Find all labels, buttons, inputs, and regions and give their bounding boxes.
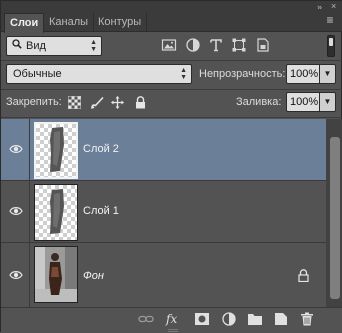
layer-row-background[interactable]: Фон	[1, 243, 326, 307]
divider	[1, 89, 342, 90]
layer-thumbnail[interactable]	[34, 246, 78, 303]
filter-toggle-switch[interactable]	[327, 35, 335, 57]
layer-thumbnail[interactable]	[34, 122, 78, 179]
svg-text:fx: fx	[165, 312, 177, 326]
eye-icon[interactable]	[9, 205, 23, 217]
updown-arrows-icon: ▲ ▼	[180, 67, 187, 81]
layer-style-fx-icon[interactable]: fx	[165, 312, 181, 326]
scrollbar-thumb[interactable]	[330, 137, 340, 299]
eye-column-divider	[29, 181, 30, 243]
pixel-layer-filter-icon[interactable]	[161, 37, 177, 53]
panel-title-strip: » ×	[1, 1, 342, 12]
layer-thumbnail[interactable]	[34, 184, 78, 241]
divider	[1, 117, 342, 118]
panel-tab-bar: Слои Каналы Контуры ≡	[1, 9, 342, 33]
layer-row-sloi-2[interactable]: Слой 2	[1, 119, 326, 181]
new-layer-icon[interactable]	[273, 312, 289, 326]
lock-image-pixels-icon[interactable]	[90, 96, 104, 109]
layers-list: Слой 2 Слой 1 Фон	[1, 119, 326, 307]
panel-menu-icon[interactable]: ≡	[323, 14, 337, 27]
smart-object-filter-icon[interactable]	[255, 37, 271, 53]
opacity-dropdown-button[interactable]: ▼	[320, 64, 336, 84]
eye-icon[interactable]	[9, 143, 23, 155]
tab-paths[interactable]: Контуры	[93, 13, 148, 32]
eye-icon[interactable]	[9, 269, 23, 281]
tab-channels[interactable]: Каналы	[44, 13, 95, 32]
adjustment-layer-filter-icon[interactable]	[185, 37, 201, 53]
fill-input[interactable]: 100%	[286, 92, 320, 112]
lock-all-icon[interactable]	[135, 96, 148, 109]
opacity-label: Непрозрачность:	[199, 68, 286, 80]
filter-kind-select[interactable]: Вид ▲ ▼	[6, 36, 102, 56]
opacity-input[interactable]: 100%	[286, 64, 320, 84]
updown-arrows-icon: ▲ ▼	[90, 39, 97, 53]
tab-layers[interactable]: Слои	[4, 13, 45, 33]
search-icon	[12, 37, 22, 55]
blend-mode-select[interactable]: Обычные ▲ ▼	[6, 64, 192, 84]
new-group-icon[interactable]	[247, 312, 263, 326]
toggle-knob	[329, 38, 333, 46]
lock-position-icon[interactable]	[111, 96, 124, 109]
link-layers-icon[interactable]	[138, 312, 154, 326]
lock-label: Закрепить:	[6, 96, 62, 108]
blend-mode-value: Обычные	[13, 68, 62, 80]
new-adjustment-layer-icon[interactable]	[221, 312, 237, 326]
eye-column-divider	[29, 243, 30, 307]
delete-layer-icon[interactable]	[299, 312, 315, 326]
fill-label: Заливка:	[236, 96, 282, 108]
filter-kind-label: Вид	[26, 40, 46, 52]
layers-panel: » × Слои Каналы Контуры ≡ Вид ▲ ▼ Обычные…	[0, 0, 342, 333]
layer-row-sloi-1[interactable]: Слой 1	[1, 181, 326, 243]
lock-transparent-pixels-icon[interactable]	[68, 96, 81, 109]
layer-name[interactable]: Фон	[83, 270, 104, 282]
eye-column-divider	[29, 119, 30, 181]
divider	[1, 60, 342, 61]
type-layer-filter-icon[interactable]	[208, 37, 224, 53]
lock-icon	[298, 269, 309, 283]
layer-name[interactable]: Слой 2	[83, 143, 119, 155]
add-mask-icon[interactable]	[194, 312, 210, 326]
shape-layer-filter-icon[interactable]	[231, 37, 247, 53]
fill-dropdown-button[interactable]: ▼	[320, 92, 336, 112]
layer-name[interactable]: Слой 1	[83, 205, 119, 217]
